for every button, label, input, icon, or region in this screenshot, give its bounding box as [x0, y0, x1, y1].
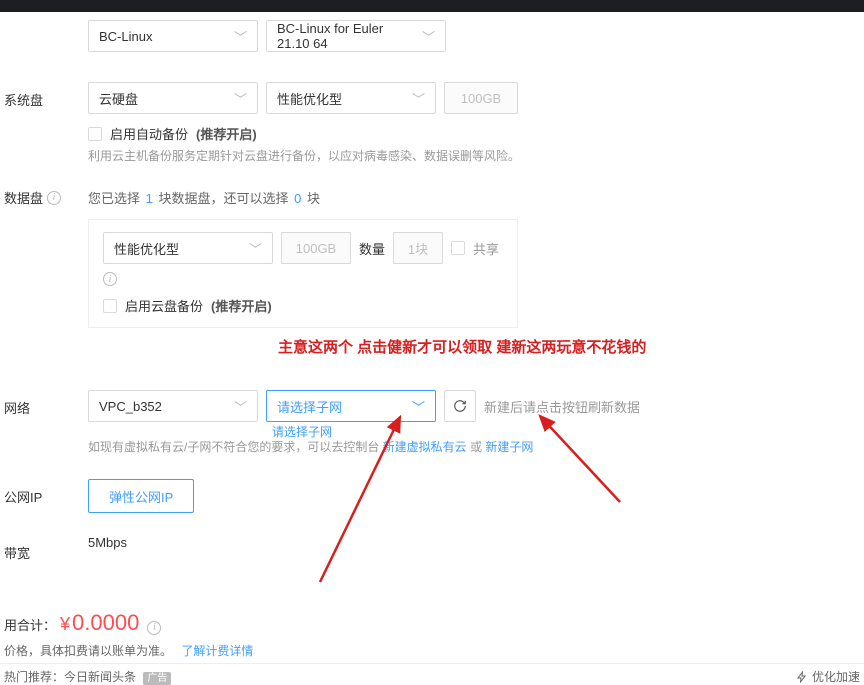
datadisk-panel: 性能优化型 ﹀ 100GB 数量 1块 共享 启用云盘备	[88, 219, 518, 328]
sysdisk-size-input[interactable]: 100GB	[444, 82, 518, 114]
chevron-down-icon: ﹀	[422, 27, 435, 46]
datadisk-size-value: 100GB	[296, 241, 336, 256]
chevron-down-icon: ﹀	[234, 27, 247, 46]
bottom-bar: 热门推荐：今日新闻头条 广告 优化加速	[0, 663, 864, 685]
bandwidth-value: 5Mbps	[88, 535, 127, 550]
optimize-accel-button[interactable]: 优化加速	[796, 668, 860, 685]
os-row: BC-Linux ﹀ BC-Linux for Euler 21.10 64 ﹀	[0, 12, 864, 60]
sysdisk-row: 系统盘 云硬盘 ﹀ 性能优化型 ﹀ 100GB 启用自动备份 (推荐开启)	[0, 74, 864, 174]
info-icon[interactable]	[147, 621, 161, 635]
os-family-select[interactable]: BC-Linux ﹀	[88, 20, 258, 52]
news-link[interactable]: 今日新闻头条	[64, 670, 136, 684]
ad-tag: 广告	[143, 672, 171, 685]
summary-bar: 用合计： ¥0.0000 价格，具体扣费请以账单为准。 了解计费详情	[0, 600, 864, 663]
datadisk-count-left: 0	[294, 191, 301, 206]
datadisk-qty-label: 数量	[359, 239, 385, 258]
info-icon[interactable]	[103, 272, 117, 286]
datadisk-perf-select[interactable]: 性能优化型 ﹀	[103, 232, 273, 264]
chevron-down-icon: ﹀	[412, 89, 425, 108]
bandwidth-label: 带宽	[0, 535, 88, 562]
network-subnet-dropdown-hint: 请选择子网	[272, 423, 332, 440]
datadisk-count-selected: 1	[146, 191, 153, 206]
datadisk-share-checkbox[interactable]	[451, 241, 465, 255]
os-family-value: BC-Linux	[99, 29, 152, 44]
info-icon[interactable]	[47, 191, 61, 205]
datadisk-label: 数据盘	[4, 188, 43, 207]
summary-label: 用合计：	[4, 615, 56, 634]
summary-note: 价格，具体扣费请以账单为准。	[4, 644, 172, 658]
os-label-empty	[0, 20, 88, 28]
annotation-text: 主意这两个 点击健新才可以领取 建新这两玩意不花钱的	[278, 336, 646, 357]
sysdisk-autobackup-checkbox[interactable]	[88, 127, 102, 141]
chevron-down-icon: ﹀	[249, 239, 262, 258]
datadisk-summary: 您已选择 1 块数据盘，还可以选择 0 块	[88, 188, 320, 207]
optimize-accel-label: 优化加速	[812, 668, 860, 685]
hot-label: 热门推荐：	[4, 670, 64, 684]
sysdisk-perf-value: 性能优化型	[277, 89, 342, 108]
create-vpc-link[interactable]: 新建虚拟私有云	[383, 440, 467, 454]
eip-button-label: 弹性公网IP	[109, 487, 173, 506]
sysdisk-autobackup-label: 启用自动备份	[110, 124, 188, 143]
refresh-button[interactable]	[444, 390, 476, 422]
bolt-icon	[796, 671, 808, 683]
window-topbar	[0, 0, 864, 12]
datadisk-qty-value: 1块	[408, 239, 428, 258]
network-refresh-hint: 新建后请点击按钮刷新数据	[484, 397, 640, 416]
datadisk-perf-value: 性能优化型	[114, 239, 179, 258]
network-create-note: 如现有虚拟私有云/子网不符合您的要求，可以去控制台 新建虚拟私有云 或 新建子网	[88, 438, 533, 457]
network-subnet-placeholder: 请选择子网	[277, 397, 342, 416]
sysdisk-type-select[interactable]: 云硬盘 ﹀	[88, 82, 258, 114]
network-vpc-value: VPC_b352	[99, 399, 162, 414]
datadisk-cloudbackup-checkbox[interactable]	[103, 299, 117, 313]
network-subnet-select[interactable]: 请选择子网 ﹀	[266, 390, 436, 422]
datadisk-cloudbackup-rec: (推荐开启)	[211, 296, 272, 315]
datadisk-size-input[interactable]: 100GB	[281, 232, 351, 264]
billing-detail-link[interactable]: 了解计费详情	[181, 644, 253, 658]
eip-label: 公网IP	[0, 479, 88, 506]
sysdisk-autobackup-hint: 利用云主机备份服务定期针对云盘进行备份，以应对病毒感染、数据误删等风险。	[88, 147, 520, 166]
refresh-icon	[453, 399, 467, 413]
sysdisk-label: 系统盘	[0, 82, 88, 109]
sysdisk-perf-select[interactable]: 性能优化型 ﹀	[266, 82, 436, 114]
sysdisk-type-value: 云硬盘	[99, 89, 138, 108]
datadisk-cloudbackup-label: 启用云盘备份	[125, 296, 203, 315]
eip-button[interactable]: 弹性公网IP	[88, 479, 194, 513]
datadisk-row: 数据盘 您已选择 1 块数据盘，还可以选择 0 块 性能优化型 ﹀ 100GB …	[0, 180, 864, 336]
bandwidth-row: 带宽 5Mbps	[0, 527, 864, 570]
datadisk-qty-input[interactable]: 1块	[393, 232, 443, 264]
network-row: 网络 VPC_b352 ﹀ 请选择子网 ﹀ 请选择子网 新建后请点击按钮刷新数	[0, 382, 864, 465]
network-label: 网络	[0, 390, 88, 417]
sysdisk-autobackup-rec: (推荐开启)	[196, 124, 257, 143]
create-subnet-link[interactable]: 新建子网	[485, 440, 533, 454]
chevron-down-icon: ﹀	[412, 397, 425, 416]
os-version-value: BC-Linux for Euler 21.10 64	[277, 21, 414, 51]
datadisk-share-label: 共享	[473, 239, 499, 258]
chevron-down-icon: ﹀	[234, 397, 247, 416]
price-amount: ¥0.0000	[60, 610, 139, 636]
eip-row: 公网IP 弹性公网IP	[0, 471, 864, 521]
os-version-select[interactable]: BC-Linux for Euler 21.10 64 ﹀	[266, 20, 446, 52]
sysdisk-size-value: 100GB	[461, 91, 501, 106]
chevron-down-icon: ﹀	[234, 89, 247, 108]
network-vpc-select[interactable]: VPC_b352 ﹀	[88, 390, 258, 422]
